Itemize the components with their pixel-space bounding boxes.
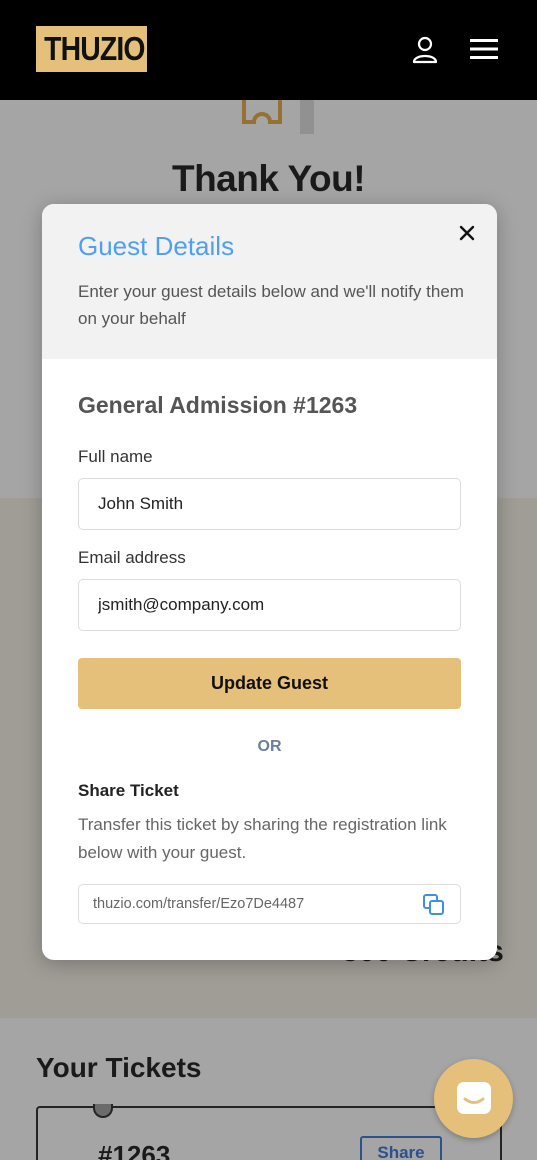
close-icon[interactable] — [456, 222, 478, 244]
full-name-input[interactable] — [78, 478, 461, 530]
or-divider: OR — [257, 738, 282, 755]
update-guest-button[interactable]: Update Guest — [78, 658, 461, 709]
chat-icon — [457, 1082, 491, 1114]
full-name-label: Full name — [78, 447, 153, 466]
share-link-field[interactable]: thuzio.com/transfer/Ezo7De4487 — [78, 884, 461, 924]
user-icon[interactable] — [412, 36, 438, 64]
thuzio-logo[interactable]: THUZIO — [36, 26, 147, 72]
share-ticket-description: Transfer this ticket by sharing the regi… — [78, 815, 447, 862]
email-input[interactable] — [78, 579, 461, 631]
guest-details-modal: Guest Details Enter your guest details b… — [42, 204, 497, 960]
modal-description: Enter your guest details below and we'll… — [78, 282, 464, 328]
share-link-text: thuzio.com/transfer/Ezo7De4487 — [93, 896, 305, 912]
top-navigation-bar: THUZIO — [0, 0, 537, 100]
share-ticket-title: Share Ticket — [78, 781, 179, 800]
logo-text: THUZIO — [44, 30, 145, 67]
email-label: Email address — [78, 548, 186, 567]
modal-header: Guest Details Enter your guest details b… — [42, 204, 497, 359]
menu-icon[interactable] — [470, 38, 498, 60]
copy-icon[interactable] — [422, 893, 446, 917]
chat-launcher-button[interactable] — [434, 1059, 513, 1138]
modal-title: Guest Details — [78, 231, 235, 261]
ticket-section-title: General Admission #1263 — [78, 392, 358, 418]
